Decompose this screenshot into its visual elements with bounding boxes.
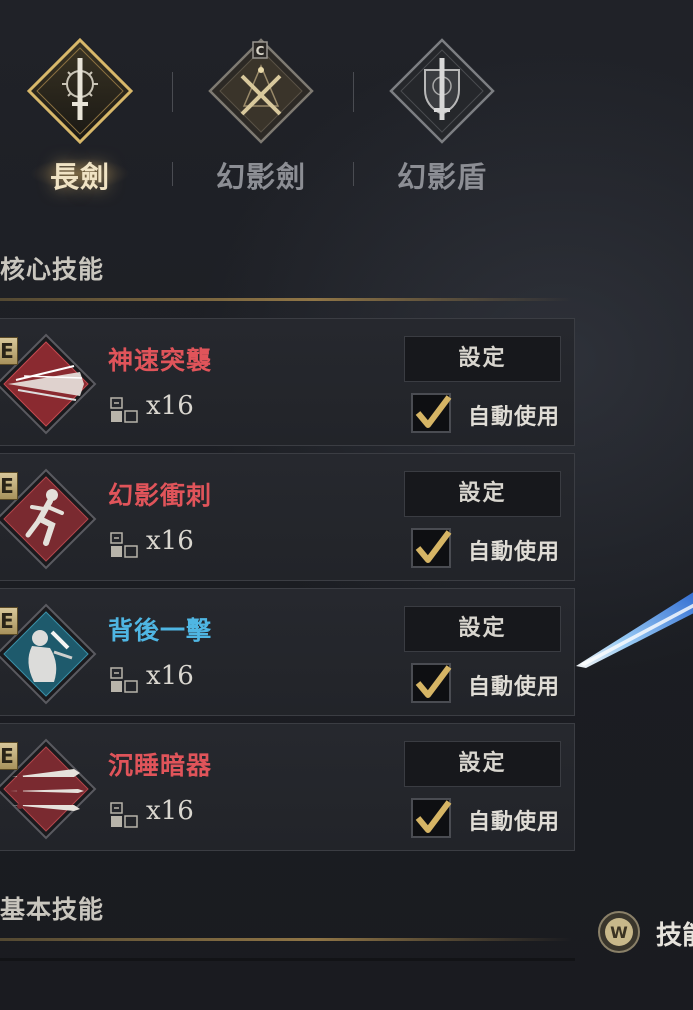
tab-phantom-sword[interactable]: C 幻影劍 [186,36,336,196]
auto-use-label: 自動使用 [468,810,561,835]
tab-phantom-shield[interactable]: 幻影盾 [367,36,517,196]
skill-row: E 沉睡暗器 x16 設定 自動使用 [0,723,575,851]
tab-divider [172,162,173,186]
settings-button[interactable]: 設定 [404,741,561,787]
auto-use-toggle[interactable]: 自動使用 [411,661,571,705]
tab-divider [353,72,354,112]
grade-badge: E [0,607,18,635]
auto-use-label: 自動使用 [468,675,561,700]
shield-sword-emblem-icon [389,38,495,144]
skill-cost-icon [110,397,138,423]
skill-cost-count: x16 [146,526,194,556]
settings-button[interactable]: 設定 [404,471,561,517]
longsword-emblem-icon [26,37,134,145]
skill-name: 神速突襲 [108,346,213,375]
blue-light-beam [576,592,693,668]
auto-use-toggle[interactable]: 自動使用 [411,796,571,840]
tab-label: 幻影劍 [215,160,306,194]
svg-text:W: W [610,923,628,942]
section-divider [0,938,572,941]
skill-cost-count: x16 [146,661,194,691]
skill-settings-panel: 長劍 C 幻影劍 幻影盾 核心技能 E 神速突襲 x16 設定 自動使用 E 幻… [0,0,693,1010]
skill-cost-count: x16 [146,796,194,826]
checkmark-icon [415,530,452,563]
checkmark-icon [415,800,452,833]
tab-longsword[interactable]: 長劍 [5,36,155,196]
auto-use-checkbox[interactable] [411,393,452,433]
skill-name: 幻影衝刺 [108,481,213,510]
skill-row: E 背後一擊 x16 設定 自動使用 [0,588,575,716]
w-key-icon[interactable]: W [597,910,641,954]
tab-divider [172,72,173,112]
skill-cost-icon [110,532,138,558]
checkmark-icon [415,395,452,428]
settings-button[interactable]: 設定 [404,606,561,652]
crossed-blades-emblem-icon: C [208,38,314,144]
auto-use-checkbox[interactable] [411,663,452,703]
tab-label: 長劍 [49,160,110,194]
grade-badge: E [0,472,18,500]
hint-label: 技能 [656,921,693,951]
auto-use-checkbox[interactable] [411,798,452,838]
section-divider [0,298,572,301]
auto-use-label: 自動使用 [468,540,561,565]
grade-badge: E [0,337,18,365]
section-divider [0,958,575,961]
skill-name: 沉睡暗器 [108,751,213,780]
checkmark-icon [415,665,452,698]
settings-button[interactable]: 設定 [404,336,561,382]
tab-divider [353,162,354,186]
svg-text:C: C [256,44,265,58]
skill-name: 背後一擊 [108,616,213,645]
skill-cost-count: x16 [146,391,194,421]
skill-cost-icon [110,667,138,693]
auto-use-label: 自動使用 [468,405,561,430]
core-skills-heading: 核心技能 [0,255,105,284]
auto-use-toggle[interactable]: 自動使用 [411,526,571,570]
tab-label: 幻影盾 [396,160,487,194]
skill-cost-icon [110,802,138,828]
auto-use-toggle[interactable]: 自動使用 [411,391,571,435]
skill-row: E 幻影衝刺 x16 設定 自動使用 [0,453,575,581]
basic-skills-heading: 基本技能 [0,895,105,924]
skill-row: E 神速突襲 x16 設定 自動使用 [0,318,575,446]
auto-use-checkbox[interactable] [411,528,452,568]
grade-badge: E [0,742,18,770]
